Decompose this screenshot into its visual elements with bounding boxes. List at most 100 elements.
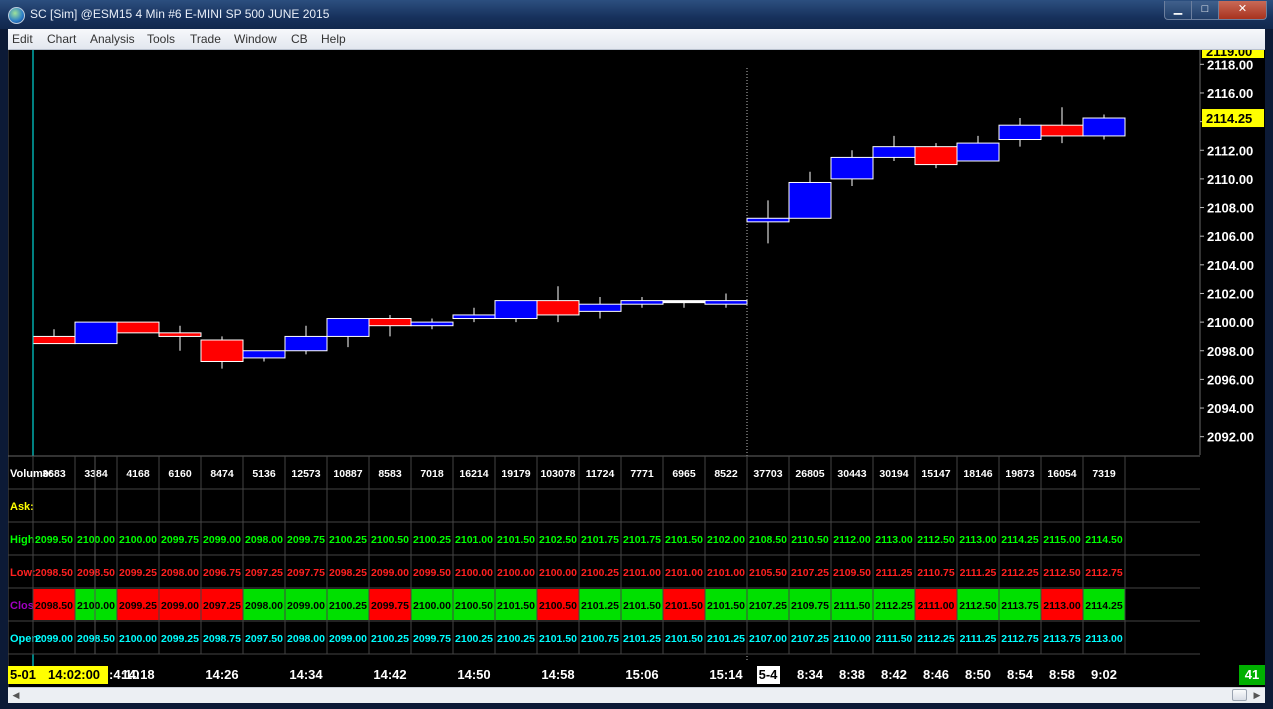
candle-body: [578, 303, 622, 312]
table-cell-close: 2111.50: [834, 600, 871, 612]
table-cell-close: 2100.50: [539, 600, 577, 612]
price-tick-label: 2096.00: [1207, 372, 1254, 387]
time-label: 14:58: [541, 667, 574, 682]
table-cell-open: 2098.50: [77, 633, 115, 645]
table-cell-open: 2097.50: [245, 633, 283, 645]
price-tick-label: 2104.00: [1207, 258, 1254, 273]
menu-chart[interactable]: Chart: [47, 32, 76, 46]
price-tick-label: 2108.00: [1207, 201, 1254, 216]
table-cell-high: 2099.50: [35, 534, 73, 546]
table-cell-close: 2101.50: [497, 600, 535, 612]
table-cell-open: 2101.25: [707, 633, 745, 645]
table-cell-open: 2107.25: [791, 633, 829, 645]
menu-trade[interactable]: Trade: [190, 32, 221, 46]
candle-body: [116, 321, 160, 334]
table-cell-open: 2112.25: [917, 633, 955, 645]
table-cell-open: 2098.00: [287, 633, 325, 645]
candle-body: [494, 300, 538, 320]
globe-app-icon: [8, 7, 25, 24]
table-cell-volume: 26805: [795, 468, 824, 480]
table-cell-volume: 19179: [501, 468, 530, 480]
table-cell-low: 2098.25: [329, 567, 367, 579]
table-cell-close: 2112.25: [875, 600, 913, 612]
candle-body: [746, 217, 790, 223]
table-cell-low: 2111.25: [960, 567, 997, 579]
table-cell-open: 2111.25: [960, 633, 997, 645]
table-cell-high: 2101.50: [665, 534, 703, 546]
table-cell-high: 2100.50: [371, 534, 409, 546]
table-cell-close: 2099.00: [287, 600, 325, 612]
price-tick-label: 2116.00: [1207, 86, 1253, 101]
table-cell-high: 2102.00: [707, 534, 745, 546]
maximize-button[interactable]: □: [1191, 1, 1219, 20]
time-label: 14:18: [121, 667, 154, 682]
table-cell-open: 2099.75: [413, 633, 451, 645]
table-cell-open: 2099.00: [329, 633, 367, 645]
time-label: 8:34: [797, 667, 824, 682]
table-cell-high: 2101.50: [497, 534, 535, 546]
close-button[interactable]: ✕: [1218, 1, 1267, 20]
table-cell-volume: 6965: [672, 468, 696, 480]
table-cell-low: 2101.00: [707, 567, 745, 579]
table-cell-volume: 6160: [168, 468, 192, 480]
table-cell-low: 2099.25: [119, 567, 157, 579]
table-cell-volume: 7018: [420, 468, 444, 480]
table-cell-open: 2101.50: [539, 633, 577, 645]
table-cell-volume: 8522: [714, 468, 738, 480]
table-cell-open: 2100.25: [371, 633, 409, 645]
table-cell-volume: 5136: [252, 468, 276, 480]
candlestick-chart[interactable]: 2119.002118.002116.002114.002112.002110.…: [8, 50, 1265, 687]
time-label: 8:50: [965, 667, 991, 682]
time-label: 8:54: [1007, 667, 1034, 682]
candle-body: [998, 124, 1042, 141]
candle-body: [452, 314, 496, 320]
table-cell-low: 2112.50: [1043, 567, 1081, 579]
scroll-left-arrow-icon[interactable]: ◀: [9, 689, 23, 701]
table-cell-close: 2100.00: [77, 600, 115, 612]
table-cell-high: 2101.75: [623, 534, 661, 546]
table-cell-close: 2113.75: [1001, 600, 1039, 612]
table-cell-high: 2114.50: [1085, 534, 1123, 546]
price-tick-label: 2118.00: [1207, 57, 1253, 72]
horizontal-scrollbar[interactable]: ◀ ▶: [8, 687, 1265, 703]
table-cell-volume: 7771: [630, 468, 654, 480]
time-label: 5-4: [759, 667, 779, 682]
window-title-bar[interactable]: SC [Sim] @ESM15 4 Min #6 E-MINI SP 500 J…: [0, 0, 1273, 29]
menu-bar: Edit Chart Analysis Tools Trade Window C…: [8, 29, 1265, 50]
table-cell-volume: 7319: [1092, 468, 1116, 480]
table-cell-volume: 11724: [586, 468, 615, 480]
candle-body: [284, 335, 328, 352]
candle-body: [830, 156, 874, 180]
table-cell-low: 2100.00: [497, 567, 535, 579]
table-cell-low: 2099.50: [413, 567, 451, 579]
time-label: 8:46: [923, 667, 949, 682]
table-cell-close: 2098.50: [35, 600, 73, 612]
menu-edit[interactable]: Edit: [12, 32, 33, 46]
candle-body: [662, 300, 706, 304]
menu-tools[interactable]: Tools: [147, 32, 175, 46]
candle-body: [410, 321, 454, 327]
candle-body: [536, 300, 580, 316]
menu-analysis[interactable]: Analysis: [90, 32, 135, 46]
menu-cb[interactable]: CB: [291, 32, 308, 46]
table-cell-low: 2100.00: [455, 567, 493, 579]
chart-area[interactable]: 2119.002118.002116.002114.002112.002110.…: [8, 50, 1265, 687]
scroll-thumb[interactable]: [1232, 689, 1247, 701]
table-cell-low: 2098.50: [35, 567, 73, 579]
table-cell-close: 2101.25: [581, 600, 619, 612]
table-cell-open: 2098.75: [203, 633, 241, 645]
menu-window[interactable]: Window: [234, 32, 277, 46]
menu-help[interactable]: Help: [321, 32, 346, 46]
table-cell-high: 2102.50: [539, 534, 577, 546]
table-cell-low: 2111.25: [876, 567, 913, 579]
table-cell-high: 2113.00: [875, 534, 913, 546]
table-cell-low: 2099.00: [371, 567, 409, 579]
scroll-right-arrow-icon[interactable]: ▶: [1250, 689, 1264, 701]
minimize-button[interactable]: ▁: [1164, 1, 1192, 20]
candle-body: [158, 332, 202, 337]
bar-count-label: 41: [1245, 667, 1259, 682]
price-tick-label: 2094.00: [1207, 401, 1254, 416]
time-label: 8:58: [1049, 667, 1075, 682]
table-cell-low: 2112.25: [1001, 567, 1039, 579]
table-cell-volume: 30194: [879, 468, 908, 480]
